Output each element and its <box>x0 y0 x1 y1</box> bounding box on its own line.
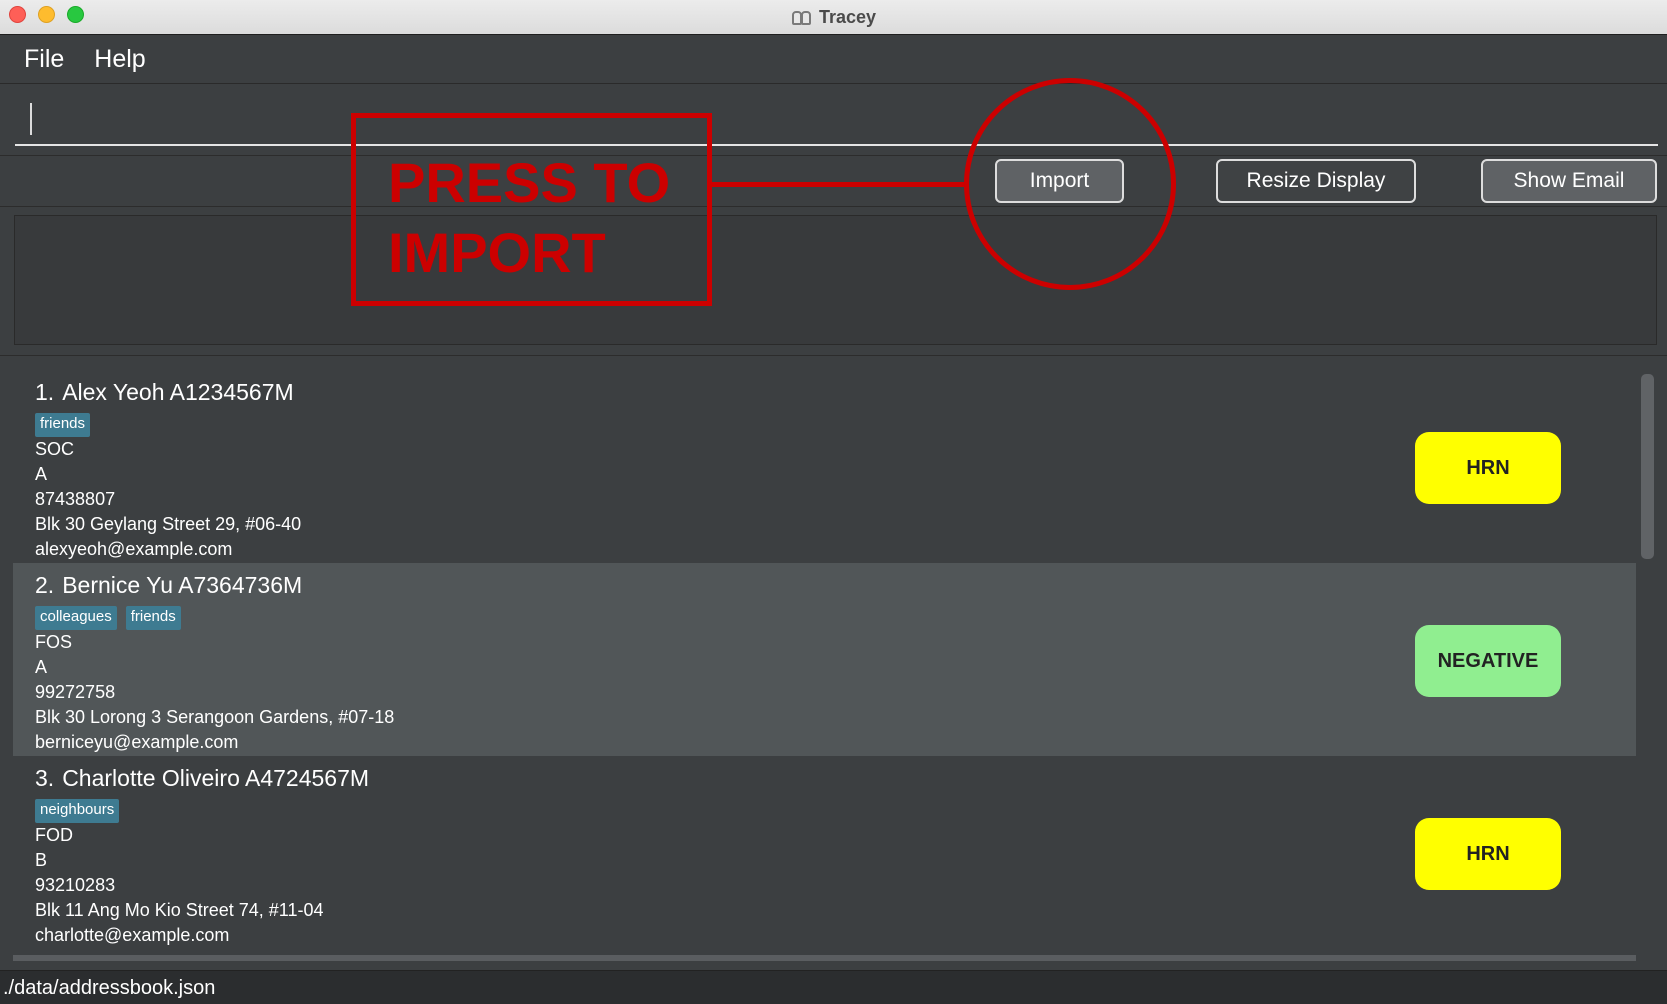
tag-list: colleagues friends <box>35 606 1636 630</box>
resize-display-button[interactable]: Resize Display <box>1216 159 1416 203</box>
menu-file[interactable]: File <box>24 45 64 74</box>
person-list[interactable]: 1. Alex Yeoh A1234567M friends SOC A 87438807… <box>13 370 1636 955</box>
annotation-line-1: PRESS TO <box>388 151 671 214</box>
annotation-text: PRESS TO IMPORT <box>388 148 670 288</box>
vertical-scrollbar-thumb[interactable] <box>1641 374 1654 559</box>
person-name: Charlotte Oliveiro A4724567M <box>62 765 370 791</box>
tag-label: colleagues <box>35 606 117 630</box>
covid-status-badge: HRN <box>1415 818 1561 890</box>
person-card[interactable]: 3. Charlotte Oliveiro A4724567M neighbours… <box>13 756 1636 949</box>
person-block: B <box>35 850 48 870</box>
person-address: Blk 11 Ang Mo Kio Street 74, #11-04 <box>35 900 324 920</box>
annotation-connector <box>712 182 964 187</box>
person-card-title: 1. Alex Yeoh A1234567M <box>35 379 1636 411</box>
person-phone: 99272758 <box>35 682 116 702</box>
result-display <box>14 215 1657 345</box>
person-name: Alex Yeoh A1234567M <box>62 379 294 405</box>
person-email: berniceyu@example.com <box>35 732 239 752</box>
person-card[interactable]: 2. Bernice Yu A7364736M colleagues friends F… <box>13 563 1636 756</box>
person-list-panel: 1. Alex Yeoh A1234567M friends SOC A 87438807… <box>0 355 1667 970</box>
tag-label: friends <box>35 413 91 437</box>
person-address: Blk 30 Lorong 3 Serangoon Gardens, #07-1… <box>35 707 395 727</box>
person-faculty: FOD <box>35 825 73 845</box>
person-name: Bernice Yu A7364736M <box>62 572 303 598</box>
person-phone: 93210283 <box>35 875 116 895</box>
annotation-box: PRESS TO IMPORT <box>351 113 712 306</box>
person-phone: 87438807 <box>35 489 116 509</box>
annotation-line-2: IMPORT <box>388 221 606 284</box>
text-caret <box>30 103 32 135</box>
show-email-button[interactable]: Show Email <box>1481 159 1657 203</box>
app-icon <box>791 9 813 27</box>
command-input[interactable] <box>15 95 1658 146</box>
covid-status-badge: HRN <box>1415 432 1561 504</box>
toolbar: Import Resize Display Show Email <box>0 155 1667 207</box>
save-location: ./data/addressbook.json <box>3 977 216 999</box>
app-window: Tracey File Help Import Resize Display S… <box>0 0 1667 1004</box>
tag-label: neighbours <box>35 799 120 823</box>
person-index: 3. <box>35 765 55 791</box>
tag-list: neighbours <box>35 799 1636 823</box>
status-bar: ./data/addressbook.json <box>0 970 1667 1004</box>
person-index: 1. <box>35 379 55 405</box>
person-block: A <box>35 657 48 677</box>
title-bar: Tracey <box>0 0 1667 35</box>
person-card-title: 2. Bernice Yu A7364736M <box>35 572 1636 604</box>
person-email: alexyeoh@example.com <box>35 539 233 559</box>
window-title: Tracey <box>818 7 877 27</box>
person-faculty: FOS <box>35 632 73 652</box>
menu-bar: File Help <box>0 36 1667 84</box>
command-box <box>0 85 1667 155</box>
title-wrap: Tracey <box>0 0 1667 35</box>
annotation-circle <box>964 78 1176 290</box>
person-card[interactable]: 1. Alex Yeoh A1234567M friends SOC A 87438807… <box>13 370 1636 563</box>
horizontal-scrollbar[interactable] <box>13 955 1636 961</box>
person-block: A <box>35 464 48 484</box>
menu-help[interactable]: Help <box>94 45 145 74</box>
tag-list: friends <box>35 413 1636 437</box>
covid-status-badge: NEGATIVE <box>1415 625 1561 697</box>
person-index: 2. <box>35 572 55 598</box>
person-faculty: SOC <box>35 439 75 459</box>
tag-label: friends <box>125 606 181 630</box>
person-email: charlotte@example.com <box>35 925 230 945</box>
person-card-title: 3. Charlotte Oliveiro A4724567M <box>35 765 1636 797</box>
person-address: Blk 30 Geylang Street 29, #06-40 <box>35 514 302 534</box>
